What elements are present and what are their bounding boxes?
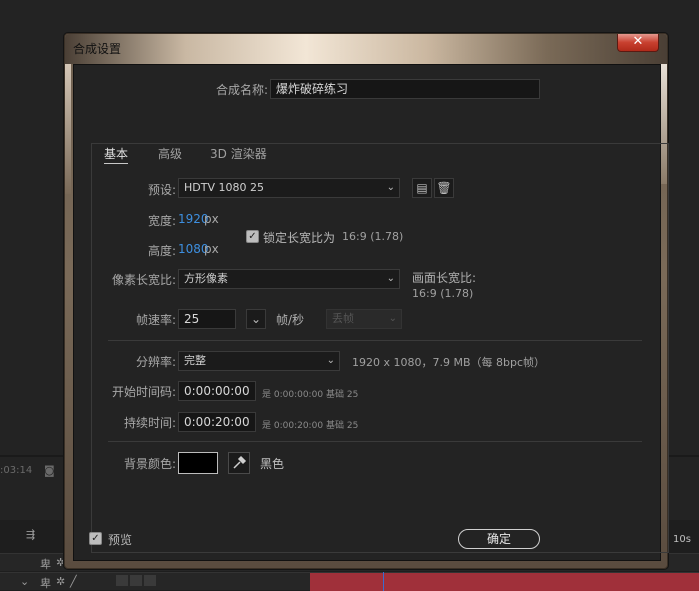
width-unit: px <box>204 212 219 226</box>
chevron-down-icon: ⌄ <box>386 273 395 284</box>
width-label: 宽度: <box>147 214 176 228</box>
height-label: 高度: <box>147 244 176 258</box>
chevron-down-icon: ⌄ <box>388 313 397 324</box>
shy-switch-icon[interactable]: 卑 <box>40 575 51 591</box>
drop-frame-value: 丢帧 <box>332 312 354 325</box>
lock-aspect-label: 锁定长宽比为 <box>263 231 336 245</box>
preset-select[interactable]: HDTV 1080 25 ⌄ <box>178 178 400 198</box>
frame-rate-unit: 帧/秒 <box>276 313 305 327</box>
height-unit: px <box>204 242 219 256</box>
comp-name-input[interactable]: 爆炸破碎练习 <box>270 79 540 99</box>
tab-basic[interactable]: 基本 <box>104 145 129 164</box>
drop-frame-select: 丢帧 ⌄ <box>326 309 402 329</box>
resolution-label: 分辨率: <box>135 355 176 369</box>
pen-icon[interactable]: ╱ <box>70 575 77 588</box>
duration-label: 持续时间: <box>123 416 176 430</box>
pixel-aspect-select[interactable]: 方形像素 ⌄ <box>178 269 400 289</box>
snapshot-icon[interactable]: ◙ <box>44 464 55 477</box>
tab-advanced[interactable]: 高级 <box>158 145 182 162</box>
frame-aspect-label: 画面长宽比: <box>412 271 477 285</box>
chevron-down-icon: ⌄ <box>326 355 335 366</box>
pixel-aspect-label: 像素长宽比: <box>111 273 176 287</box>
lock-aspect-checkbox[interactable]: ✓ <box>246 230 259 243</box>
duration-is: 是 0:00:20:00 <box>262 421 324 431</box>
resolution-info: 1920 x 1080，7.9 MB（每 8bpc帧） <box>352 356 546 369</box>
preset-value: HDTV 1080 25 <box>184 181 264 194</box>
tab-3d-renderer[interactable]: 3D 渲染器 <box>210 145 267 162</box>
pixel-aspect-value: 方形像素 <box>184 272 228 285</box>
save-preset-icon[interactable]: ▤ <box>412 178 432 198</box>
layer-bar[interactable] <box>310 573 699 591</box>
bg-color-name: 黑色 <box>260 457 285 471</box>
eyedropper-icon <box>233 455 247 469</box>
timeline-timecode[interactable]: :03:14 <box>0 465 32 476</box>
resolution-value: 完整 <box>184 354 206 367</box>
duration-input[interactable]: 0:00:20:00 <box>178 412 256 432</box>
eyedropper-button[interactable] <box>228 452 250 474</box>
playhead[interactable] <box>383 572 384 591</box>
time-ruler-label: 10s <box>673 534 691 545</box>
section-divider <box>108 340 642 341</box>
bg-color-swatch[interactable] <box>178 452 218 474</box>
resolution-select[interactable]: 完整 ⌄ <box>178 351 340 371</box>
chevron-down-icon: ⌄ <box>386 182 395 193</box>
preview-label: 预览 <box>108 533 133 547</box>
frame-rate-dropdown[interactable]: ⌄ <box>246 309 266 329</box>
composition-settings-dialog: 合成设置 ✕ 合成名称: 爆炸破碎练习 基本 高级 3D 渲染器 预设: HDT… <box>64 33 669 569</box>
flowchart-icon[interactable]: ⇶ <box>26 528 35 541</box>
dialog-body: 合成名称: 爆炸破碎练习 基本 高级 3D 渲染器 预设: HDTV 1080 … <box>73 64 669 561</box>
title-bar[interactable] <box>65 34 667 64</box>
tab-panel <box>91 143 669 553</box>
start-timecode-is: 是 0:00:00:00 <box>262 390 324 400</box>
frame-rate-label: 帧速率: <box>135 313 176 327</box>
section-divider <box>108 441 642 442</box>
comp-name-label: 合成名称: <box>215 83 268 97</box>
start-timecode-base: 基础 25 <box>326 390 359 400</box>
frame-aspect-value: 16:9 (1.78) <box>412 287 474 300</box>
preset-label: 预设: <box>147 183 176 197</box>
chevron-down-icon: ⌄ <box>250 312 262 326</box>
sun-switch-icon[interactable]: ✲ <box>56 575 65 588</box>
bg-color-label: 背景颜色: <box>123 457 176 471</box>
shy-switch-icon[interactable]: 卑 <box>40 556 51 572</box>
close-button[interactable]: ✕ <box>617 34 659 52</box>
dialog-title: 合成设置 <box>73 42 122 56</box>
duration-base: 基础 25 <box>326 421 359 431</box>
lock-aspect-value: 16:9 (1.78) <box>342 230 404 243</box>
start-timecode-input[interactable]: 0:00:00:00 <box>178 381 256 401</box>
ok-button[interactable]: 确定 <box>458 529 540 549</box>
collapse-chevron-icon[interactable]: ⌄ <box>20 575 29 588</box>
window-frame <box>65 64 71 194</box>
preview-checkbox[interactable]: ✓ <box>89 532 102 545</box>
start-timecode-label: 开始时间码: <box>111 385 176 399</box>
frame-rate-input[interactable]: 25 <box>178 309 236 329</box>
delete-preset-icon[interactable]: 🗑 <box>434 178 454 198</box>
layer-switches[interactable] <box>116 575 158 586</box>
